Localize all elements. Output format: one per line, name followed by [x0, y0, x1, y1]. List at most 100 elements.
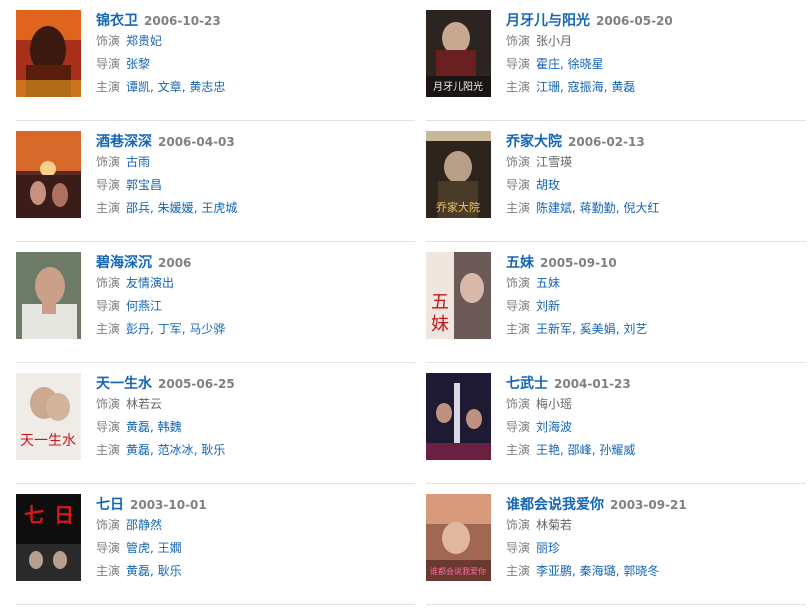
movie-item: 酒巷深深 2006-04-03 饰演 古雨 导演 郭宝昌 主演 邵兵, 朱媛媛, 王虎城	[16, 121, 415, 242]
cast-value-link[interactable]: 寇振海	[568, 80, 604, 94]
cast-value-link[interactable]: 丁军	[158, 322, 182, 336]
director-value-link[interactable]: 徐晓星	[568, 57, 604, 71]
cast-value-link[interactable]: 江珊	[536, 80, 560, 94]
role-label: 饰演	[96, 518, 121, 532]
director-label: 导演	[96, 420, 121, 434]
cast-value: 李亚鹏, 秦海璐, 郭晓冬	[536, 564, 660, 578]
movie-info: 谁都会说我爱你 2003-09-21 饰演 林菊若 导演 丽珍 主演 李亚鹏, 秦海璐, 郭晓…	[506, 494, 806, 583]
movie-title-link[interactable]: 七武士	[506, 376, 548, 392]
director-value-link[interactable]: 张黎	[126, 57, 150, 71]
movie-title-link[interactable]: 天一生水	[96, 376, 152, 392]
cast-value-link[interactable]: 谭凯	[126, 80, 150, 94]
role-value: 林若云	[126, 397, 163, 411]
cast-value-link[interactable]: 耿乐	[158, 564, 182, 578]
svg-text:乔家大院: 乔家大院	[436, 200, 480, 214]
movie-poster[interactable]	[16, 252, 81, 339]
release-date: 2006-04-03	[158, 135, 235, 149]
cast-label: 主演	[506, 80, 531, 94]
title-line: 七日 2003-10-01	[96, 494, 415, 514]
cast-value-link[interactable]: 马少骅	[189, 322, 225, 336]
movie-poster[interactable]: 五妹	[426, 252, 491, 339]
cast-value-link[interactable]: 刘艺	[623, 322, 647, 336]
cast-value-link[interactable]: 黄磊	[126, 443, 150, 457]
cast-value-link[interactable]: 蒋勤勤	[580, 201, 616, 215]
director-value-link[interactable]: 刘海波	[536, 420, 572, 434]
role-value-link[interactable]: 五妹	[536, 276, 560, 290]
svg-text:七: 七	[24, 503, 44, 527]
cast-value-link[interactable]: 陈建斌	[536, 201, 572, 215]
movie-info: 乔家大院 2006-02-13 饰演 江雪瑛 导演 胡玫 主演 陈建斌, 蒋勤勤, 倪大红	[506, 131, 806, 220]
director-label: 导演	[506, 541, 531, 555]
cast-value-link[interactable]: 范冰冰	[158, 443, 194, 457]
movie-poster[interactable]	[16, 131, 81, 218]
role-value: 梅小瑶	[536, 397, 573, 411]
cast-value-link[interactable]: 文章	[158, 80, 182, 94]
cast-value-link[interactable]: 黄志忠	[189, 80, 225, 94]
role-value: 江雪瑛	[536, 155, 573, 169]
director-value-link[interactable]: 刘新	[536, 299, 560, 313]
director-value-link[interactable]: 胡玫	[536, 178, 560, 192]
release-date: 2004-01-23	[554, 377, 631, 391]
cast-row: 主演 谭凯, 文章, 黄志忠	[96, 76, 415, 99]
movie-poster[interactable]: 七日	[16, 494, 81, 581]
director-label: 导演	[506, 420, 531, 434]
role-label: 饰演	[506, 34, 531, 48]
movie-title-link[interactable]: 乔家大院	[506, 134, 562, 150]
cast-value-link[interactable]: 秦海璐	[580, 564, 616, 578]
movie-poster[interactable]: 谁都会说我爱你	[426, 494, 491, 581]
movie-poster[interactable]	[426, 373, 491, 460]
director-label: 导演	[506, 57, 531, 71]
movie-title-link[interactable]: 酒巷深深	[96, 134, 152, 150]
release-date: 2006-10-23	[144, 14, 221, 28]
director-value-link[interactable]: 郭宝昌	[126, 178, 162, 192]
director-value-link[interactable]: 韩魏	[158, 420, 182, 434]
director-value-link[interactable]: 霍庄	[536, 57, 560, 71]
cast-label: 主演	[96, 80, 121, 94]
director-value-link[interactable]: 何燕江	[126, 299, 162, 313]
role-value: 古雨	[126, 155, 150, 169]
cast-row: 主演 彭丹, 丁军, 马少骅	[96, 318, 415, 341]
cast-label: 主演	[96, 201, 121, 215]
cast-value-link[interactable]: 朱媛媛	[158, 201, 194, 215]
movie-poster[interactable]: 天一生水	[16, 373, 81, 460]
cast-value-link[interactable]: 耿乐	[201, 443, 225, 457]
cast-value-link[interactable]: 王艳	[536, 443, 560, 457]
cast-value-link[interactable]: 邵兵	[126, 201, 150, 215]
cast-value-link[interactable]: 王新军	[536, 322, 572, 336]
role-label: 饰演	[96, 276, 121, 290]
movie-poster[interactable]: 月牙儿阳光	[426, 10, 491, 97]
role-label: 饰演	[96, 397, 121, 411]
movie-title-link[interactable]: 锦衣卫	[96, 13, 138, 29]
director-value-link[interactable]: 管虎	[126, 541, 150, 555]
cast-value-link[interactable]: 郭晓冬	[623, 564, 659, 578]
cast-value-link[interactable]: 黄磊	[611, 80, 635, 94]
movie-title-link[interactable]: 碧海深沉	[96, 255, 152, 271]
cast-value-link[interactable]: 黄磊	[126, 564, 150, 578]
director-value-link[interactable]: 王嫺	[158, 541, 182, 555]
role-value-link[interactable]: 郑贵妃	[126, 34, 162, 48]
movie-title-link[interactable]: 七日	[96, 497, 124, 513]
movie-poster[interactable]	[16, 10, 81, 97]
movie-item: 天一生水 天一生水 2005-06-25 饰演 林若云 导演 黄磊, 韩魏 主演 黄磊, 范冰冰…	[16, 363, 415, 484]
cast-value-link[interactable]: 王虎城	[201, 201, 237, 215]
movie-title-link[interactable]: 五妹	[506, 255, 534, 271]
cast-value-link[interactable]: 邵峰	[568, 443, 592, 457]
director-row: 导演 黄磊, 韩魏	[96, 416, 415, 439]
cast-value-link[interactable]: 李亚鹏	[536, 564, 572, 578]
movie-poster[interactable]: 乔家大院	[426, 131, 491, 218]
cast-value-link[interactable]: 孙耀威	[599, 443, 635, 457]
director-row: 导演 郭宝昌	[96, 174, 415, 197]
role-label: 饰演	[96, 155, 121, 169]
director-value-link[interactable]: 黄磊	[126, 420, 150, 434]
cast-value-link[interactable]: 奚美娟	[580, 322, 616, 336]
movie-title-link[interactable]: 谁都会说我爱你	[506, 497, 604, 513]
cast-value-link[interactable]: 彭丹	[126, 322, 150, 336]
director-value-link[interactable]: 丽珍	[536, 541, 560, 555]
role-value-link[interactable]: 古雨	[126, 155, 150, 169]
role-value-link[interactable]: 邵静然	[126, 518, 162, 532]
movie-title-link[interactable]: 月牙儿与阳光	[506, 13, 590, 29]
role-value-link[interactable]: 友情演出	[126, 276, 174, 290]
cast-value: 王艳, 邵峰, 孙耀威	[536, 443, 636, 457]
cast-value-link[interactable]: 倪大红	[623, 201, 659, 215]
cast-value: 黄磊, 范冰冰, 耿乐	[126, 443, 226, 457]
